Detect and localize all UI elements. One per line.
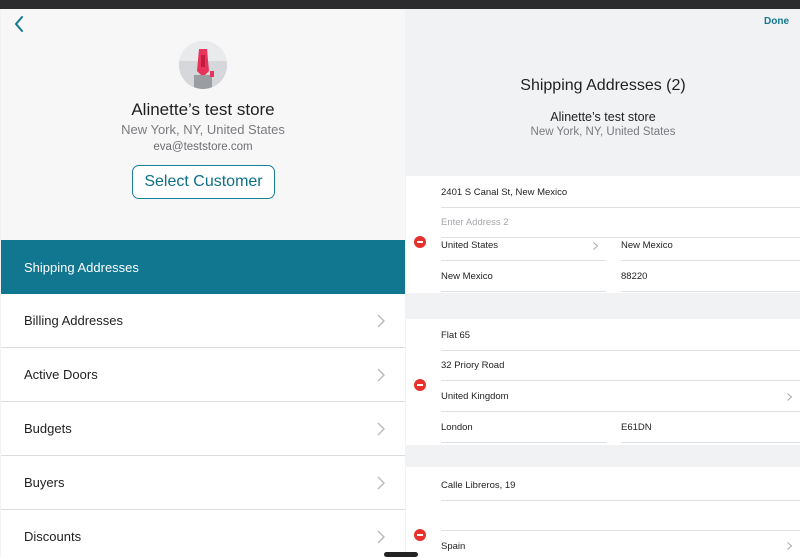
store-location: New York, NY, United States — [530, 126, 676, 138]
back-button[interactable] — [9, 13, 31, 35]
chevron-right-icon — [377, 314, 385, 328]
zip-value: 88220 — [621, 271, 648, 282]
menu-item-label: Shipping Addresses — [24, 259, 139, 275]
chevron-right-icon — [593, 242, 598, 250]
city-value: New Mexico — [441, 271, 493, 282]
store-name: Alinette’s test store — [131, 100, 275, 119]
menu-item-active-doors[interactable]: Active Doors — [1, 348, 405, 402]
chevron-right-icon — [787, 393, 792, 401]
address-card: Flat 65 32 Priory Road United Kingdom Lo… — [406, 319, 800, 445]
done-button[interactable]: Done — [764, 16, 789, 27]
shipping-addresses-panel: Done Shipping Addresses (2) Alinette’s t… — [406, 9, 800, 557]
select-customer-button[interactable]: Select Customer — [132, 165, 275, 199]
address-line2-value: 32 Priory Road — [441, 360, 505, 371]
menu-item-label: Active Doors — [24, 367, 98, 382]
zip-field[interactable]: 88220 — [621, 262, 800, 292]
menu-item-shipping-addresses[interactable]: Shipping Addresses — [1, 240, 405, 294]
address-line1-field[interactable]: 2401 S Canal St, New Mexico — [441, 178, 800, 208]
menu-item-discounts[interactable]: Discounts — [1, 510, 405, 557]
menu-item-label: Discounts — [24, 529, 82, 544]
country-value: Spain — [441, 540, 466, 552]
menu-item-buyers[interactable]: Buyers — [1, 456, 405, 510]
menu-item-label: Budgets — [24, 421, 72, 436]
home-indicator — [384, 552, 418, 557]
menu-item-budgets[interactable]: Budgets — [1, 402, 405, 456]
address-card: 2401 S Canal St, New Mexico Enter Addres… — [406, 176, 800, 293]
chevron-right-icon — [787, 542, 792, 550]
city-value: London — [441, 422, 473, 433]
country-select[interactable]: Spain — [441, 531, 800, 557]
country-value: United Kingdom — [441, 391, 509, 402]
zip-value: E61DN — [621, 422, 652, 433]
address-card: Calle Libreros, 19 Spain — [406, 467, 800, 557]
delete-address-icon[interactable] — [414, 379, 426, 391]
customer-menu: Shipping Addresses Billing Addresses Act… — [1, 240, 405, 557]
page-title: Shipping Addresses (2) — [520, 77, 686, 94]
menu-item-billing-addresses[interactable]: Billing Addresses — [1, 294, 405, 348]
address-line1-value: Flat 65 — [441, 330, 471, 341]
chevron-right-icon — [377, 530, 385, 544]
store-location: New York, NY, United States — [121, 122, 285, 137]
chevron-right-icon — [377, 368, 385, 382]
chevron-left-icon — [15, 16, 23, 32]
address-line1-field[interactable]: Flat 65 — [441, 321, 800, 351]
window-top-bar — [0, 0, 800, 9]
zip-field[interactable]: E61DN — [621, 413, 800, 443]
address-line1-value: 2401 S Canal St, New Mexico — [441, 187, 568, 198]
delete-address-icon[interactable] — [414, 529, 426, 541]
state-field[interactable]: New Mexico — [621, 231, 800, 261]
store-email: eva@teststore.com — [153, 141, 253, 153]
country-select[interactable]: United Kingdom — [441, 382, 800, 412]
menu-item-label: Buyers — [24, 475, 65, 490]
chevron-right-icon — [377, 422, 385, 436]
address-line1-value: Calle Libreros, 19 — [441, 480, 516, 491]
address-line2-placeholder: Enter Address 2 — [441, 217, 509, 228]
menu-item-label: Billing Addresses — [24, 313, 123, 328]
city-field[interactable]: London — [441, 413, 606, 443]
store-name: Alinette’s test store — [550, 110, 656, 124]
chevron-right-icon — [377, 476, 385, 490]
store-avatar — [179, 41, 227, 89]
country-select[interactable]: United States — [441, 231, 606, 261]
address-line1-field[interactable]: Calle Libreros, 19 — [441, 471, 800, 501]
country-value: United States — [441, 240, 499, 251]
delete-address-icon[interactable] — [414, 236, 426, 248]
city-field[interactable]: New Mexico — [441, 262, 606, 292]
address-line2-field[interactable] — [441, 501, 800, 531]
customer-panel: Alinette’s test store New York, NY, Unit… — [1, 9, 405, 557]
state-value: New Mexico — [621, 240, 673, 251]
address-line2-field[interactable]: 32 Priory Road — [441, 351, 800, 381]
